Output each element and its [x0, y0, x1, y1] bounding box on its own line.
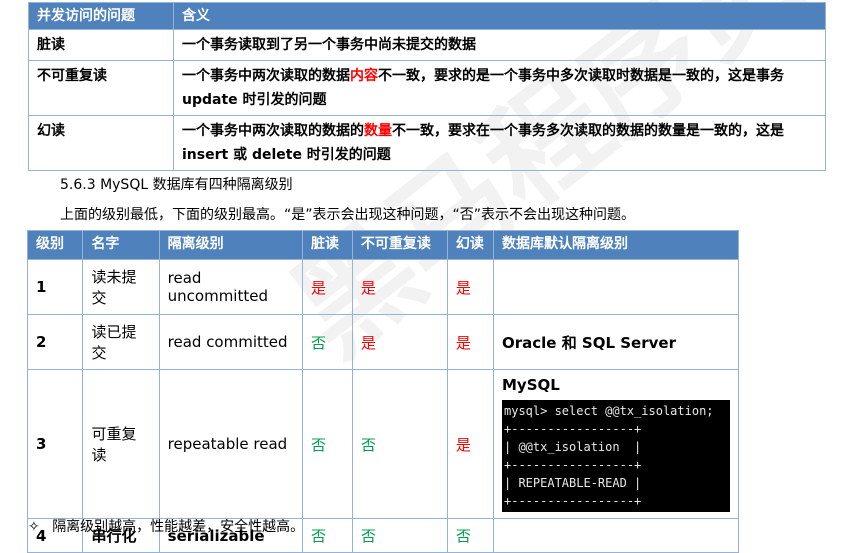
header-cell: 幻读	[446, 230, 495, 260]
name-cell: 读未提交	[82, 259, 160, 315]
nonrepeatable-read-cell: 否	[351, 369, 448, 519]
issue-name: 幻读	[28, 115, 174, 171]
level-cell: 1	[26, 259, 84, 315]
isolation-cell: read uncommitted	[158, 259, 303, 315]
header-cell: 级别	[26, 230, 84, 260]
default-db-cell	[493, 518, 739, 553]
issue-name: 不可重复读	[28, 60, 174, 116]
nonrepeatable-read-cell: 否	[351, 518, 448, 553]
table-row: 3 可重复读 repeatable read 否 否 是 MySQL mysql…	[26, 369, 739, 519]
section-note: 上面的级别最低，下面的级别最高。“是”表示会出现这种问题，“否”表示不会出现这种…	[60, 207, 636, 223]
issue-desc: 一个事务读取到了另一个事务中尚未提交的数据	[173, 29, 826, 61]
table-row: 幻读 一个事务中两次读取的数据的数量不一致，要求在一个事务多次读取的数据的数量是…	[28, 115, 826, 171]
phantom-read-cell: 是	[446, 259, 495, 315]
concurrency-issues-table: 并发访问的问题 含义 脏读 一个事务读取到了另一个事务中尚未提交的数据 不可重复…	[28, 2, 826, 171]
table-row: 脏读 一个事务读取到了另一个事务中尚未提交的数据	[28, 29, 826, 61]
level-cell: 2	[26, 314, 84, 370]
header-cell: 含义	[173, 2, 826, 30]
header-cell: 脏读	[301, 230, 353, 260]
section-caption: 5.6.3 MySQL 数据库有四种隔离级别	[60, 177, 293, 193]
header-cell: 不可重复读	[351, 230, 448, 260]
header-cell: 隔离级别	[158, 230, 303, 260]
default-db-cell: MySQL mysql> select @@tx_isolation; +---…	[493, 369, 739, 519]
table-header-row: 并发访问的问题 含义	[28, 2, 826, 30]
default-db-name: MySQL	[502, 376, 560, 394]
table-row: 1 读未提交 read uncommitted 是 是 是	[26, 259, 739, 315]
header-cell: 并发访问的问题	[28, 2, 174, 30]
name-cell: 读已提交	[82, 314, 160, 370]
name-cell: 可重复读	[82, 369, 160, 519]
table-header-row: 级别 名字 隔离级别 脏读 不可重复读 幻读 数据库默认隔离级别	[26, 230, 739, 260]
issue-desc: 一个事务中两次读取的数据的数量不一致，要求在一个事务多次读取的数据的数量是一致的…	[173, 115, 826, 171]
summary-bullet: ✧ 隔离级别越高，性能越差，安全性越高。	[28, 516, 304, 536]
level-cell: 3	[26, 369, 84, 519]
summary-text: 隔离级别越高，性能越差，安全性越高。	[52, 519, 305, 535]
mysql-terminal-output: mysql> select @@tx_isolation; +---------…	[502, 400, 730, 512]
phantom-read-cell: 否	[446, 518, 495, 553]
issue-desc: 一个事务中两次读取的数据内容不一致，要求的是一个事务中多次读取时数据是一致的，这…	[173, 60, 826, 116]
highlight-text: 数量	[364, 123, 392, 139]
highlight-text: 内容	[350, 68, 378, 84]
header-cell: 数据库默认隔离级别	[493, 230, 739, 260]
nonrepeatable-read-cell: 是	[351, 259, 448, 315]
isolation-cell: repeatable read	[158, 369, 303, 519]
isolation-cell: read committed	[158, 314, 303, 370]
table-row: 2 读已提交 read committed 否 是 是 Oracle 和 SQL…	[26, 314, 739, 370]
table-row: 不可重复读 一个事务中两次读取的数据内容不一致，要求的是一个事务中多次读取时数据…	[28, 60, 826, 116]
dirty-read-cell: 是	[301, 259, 353, 315]
dirty-read-cell: 否	[301, 369, 353, 519]
default-db-cell	[493, 259, 739, 315]
dirty-read-cell: 否	[301, 518, 353, 553]
phantom-read-cell: 是	[446, 369, 495, 519]
phantom-read-cell: 是	[446, 314, 495, 370]
header-cell: 名字	[82, 230, 160, 260]
nonrepeatable-read-cell: 是	[351, 314, 448, 370]
issue-name: 脏读	[28, 29, 174, 61]
diamond-bullet-icon: ✧	[28, 519, 40, 535]
dirty-read-cell: 否	[301, 314, 353, 370]
isolation-levels-table: 级别 名字 隔离级别 脏读 不可重复读 幻读 数据库默认隔离级别 1 读未提交 …	[26, 230, 739, 553]
default-db-cell: Oracle 和 SQL Server	[493, 314, 739, 370]
